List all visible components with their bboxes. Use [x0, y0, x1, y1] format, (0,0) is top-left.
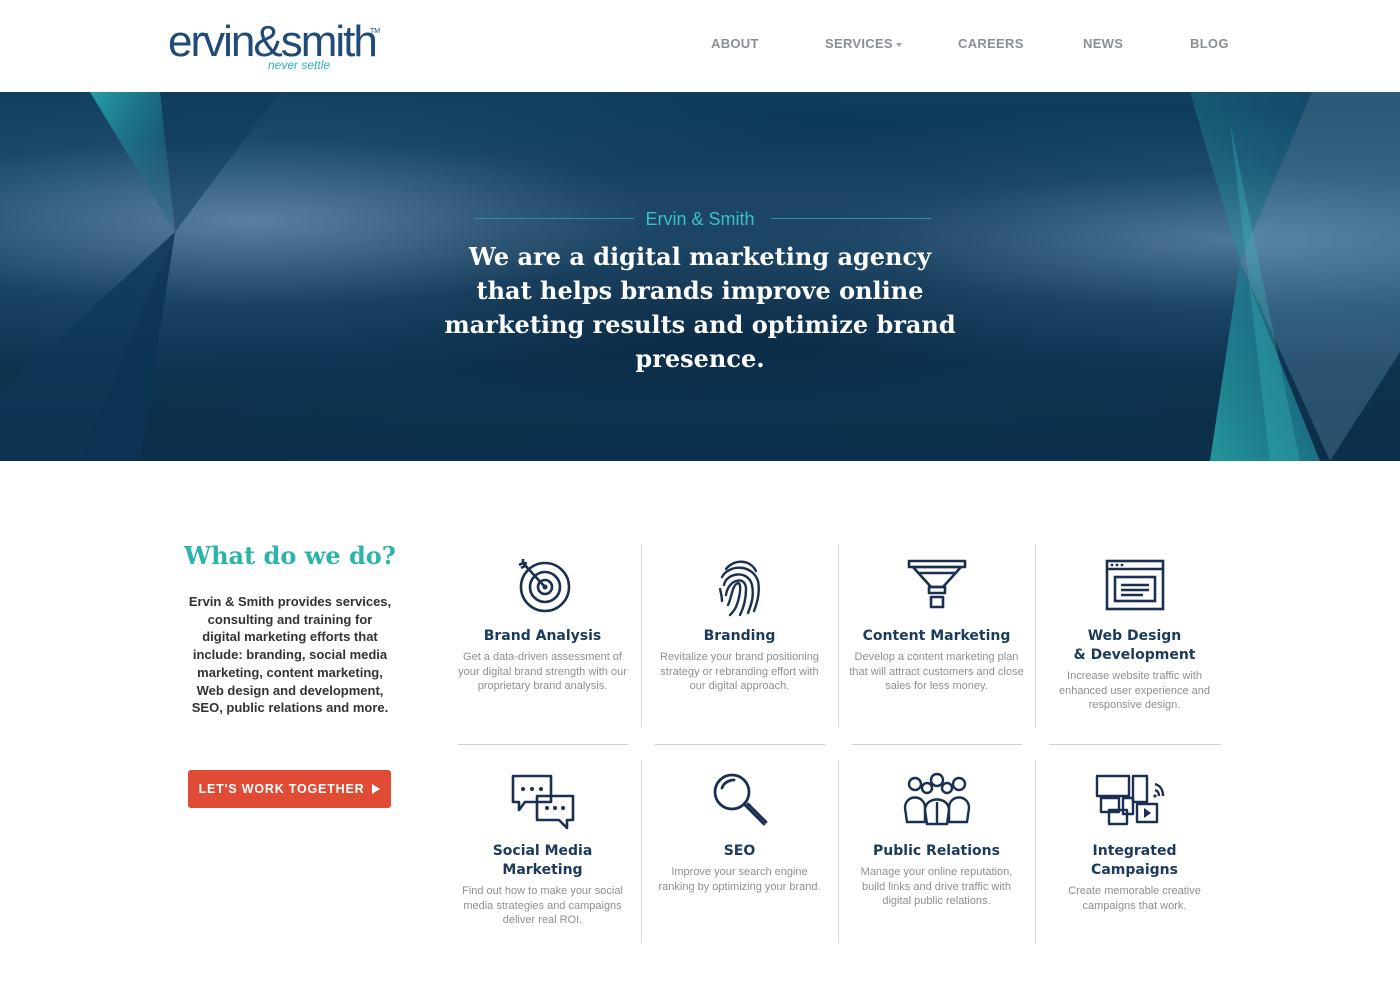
service-title: SEO	[723, 843, 756, 859]
service-title: Web Design & Development	[1073, 628, 1196, 663]
nav-services-label: SERVICES	[825, 36, 893, 51]
devices-icon	[1095, 774, 1164, 826]
service-integrated-campaigns[interactable]: Integrated Campaigns Create memorable cr…	[1047, 770, 1222, 913]
service-title: Social Media Marketing	[492, 843, 593, 878]
grid-divider	[641, 544, 642, 727]
service-description: Revitalize your brand positioning strate…	[660, 651, 819, 692]
section-title: What do we do?	[184, 541, 396, 570]
hero-eyebrow: Ervin & Smith	[645, 209, 755, 229]
hero-banner: Ervin & Smith We are a digital marketing…	[0, 92, 1400, 461]
service-branding[interactable]: Branding Revitalize your brand positioni…	[652, 555, 827, 694]
section-description: Ervin & Smith provides services, consult…	[188, 594, 392, 716]
service-description: Develop a content marketing plan that wi…	[849, 651, 1024, 692]
main-nav: ABOUT SERVICES CAREERS NEWS BLOG	[0, 36, 1400, 56]
service-web-design[interactable]: Web Design & Development Increase websit…	[1047, 555, 1222, 713]
browser-window-icon	[1105, 559, 1164, 611]
service-public-relations[interactable]: Public Relations Manage your online repu…	[849, 770, 1024, 909]
hero-headline: We are a digital marketing agency that h…	[444, 242, 956, 373]
work-together-label: LET'S WORK TOGETHER	[198, 782, 365, 796]
service-description: Find out how to make your social media s…	[462, 885, 623, 926]
service-description: Get a data-driven assessment of your dig…	[458, 651, 627, 692]
service-description: Increase website traffic with enhanced u…	[1058, 670, 1211, 711]
fingerprint-icon	[718, 560, 760, 617]
grid-divider	[838, 760, 839, 943]
grid-divider	[1049, 744, 1221, 745]
service-title: Branding	[703, 628, 776, 644]
magnifier-icon	[713, 773, 767, 826]
target-icon	[517, 559, 570, 613]
service-title: Public Relations	[873, 843, 1000, 859]
nav-news[interactable]: NEWS	[1083, 36, 1123, 51]
service-title: Content Marketing	[862, 628, 1011, 644]
logo-trademark: TM	[370, 28, 381, 35]
grid-divider	[852, 744, 1022, 745]
grid-divider	[1035, 544, 1036, 727]
site-header: ervin&smith TM never settle ABOUT SERVIC…	[0, 0, 1400, 92]
service-brand-analysis[interactable]: Brand Analysis Get a data-driven assessm…	[455, 555, 630, 694]
work-together-button[interactable]: LET'S WORK TOGETHER	[188, 770, 391, 808]
service-content-marketing[interactable]: Content Marketing Develop a content mark…	[849, 555, 1024, 694]
grid-divider	[641, 760, 642, 943]
service-title: Integrated Campaigns	[1091, 843, 1178, 878]
chevron-down-icon	[895, 42, 902, 47]
chat-bubbles-icon	[511, 774, 574, 830]
play-arrow-icon	[372, 783, 381, 794]
nav-careers[interactable]: CAREERS	[958, 36, 1024, 51]
nav-blog[interactable]: BLOG	[1190, 36, 1229, 51]
grid-divider	[458, 744, 628, 745]
people-group-icon	[903, 772, 970, 826]
service-description: Manage your online reputation, build lin…	[860, 866, 1013, 907]
service-description: Improve your search engine ranking by op…	[658, 866, 821, 893]
nav-services[interactable]: SERVICES	[825, 36, 902, 51]
service-description: Create memorable creative campaigns that…	[1068, 885, 1201, 912]
nav-about[interactable]: ABOUT	[711, 36, 759, 51]
grid-divider	[655, 744, 825, 745]
grid-divider	[838, 544, 839, 727]
service-title: Brand Analysis	[483, 628, 602, 644]
service-social-media[interactable]: Social Media Marketing Find out how to m…	[455, 770, 630, 928]
funnel-icon	[907, 559, 966, 609]
service-seo[interactable]: SEO Improve your search engine ranking b…	[652, 770, 827, 894]
logo-tagline: never settle	[268, 58, 331, 72]
grid-divider	[1035, 760, 1036, 943]
